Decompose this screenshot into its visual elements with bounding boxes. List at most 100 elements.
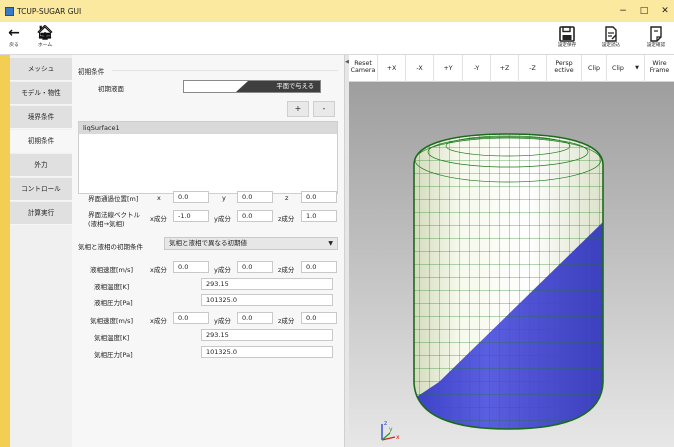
view-plus-x-button[interactable]: +X (378, 55, 406, 82)
initial-surface-label: 初期液面 (98, 85, 124, 93)
main-toolbar: ← 戻る 🏠︎ ホーム 設定保存 設定読込 設定確認 (0, 22, 674, 55)
chevron-down-icon: ▼ (328, 240, 333, 247)
close-button[interactable]: ✕ (658, 5, 672, 17)
home-button[interactable]: 🏠︎ ホーム (34, 24, 56, 54)
home-icon: 🏠︎ (36, 25, 54, 41)
sidebar-item-control[interactable]: コントロール (10, 178, 72, 201)
window-title: TCUP-SUGAR GUI (17, 7, 82, 16)
perspective-button[interactable]: Persp ective (547, 55, 582, 82)
liquid-velocity-y-field[interactable]: 0.0 (237, 261, 273, 273)
clip-button[interactable]: Clip (582, 55, 607, 82)
normal-z-field[interactable]: 1.0 (301, 210, 337, 222)
gas-pressure-field[interactable]: 101325.0 (201, 346, 333, 358)
view-minus-y-label: -Y (473, 65, 480, 72)
liquid-temperature-field[interactable]: 293.15 (201, 278, 333, 290)
gas-velocity-y-field[interactable]: 0.0 (237, 312, 273, 324)
toggle-selected-segment: 平面で与える (236, 81, 320, 92)
view-plus-x-label: +X (386, 65, 397, 72)
normal-y-field[interactable]: 0.0 (237, 210, 273, 222)
normal-z-label: z成分 (278, 215, 295, 223)
pass-point-z-field[interactable]: 0.0 (301, 191, 337, 203)
load-document-icon (605, 26, 617, 42)
save-settings-label: 設定保存 (557, 43, 577, 48)
pass-point-x-field[interactable]: 0.0 (173, 191, 209, 203)
surface-mode-toggle[interactable]: 平面で与える (183, 80, 321, 93)
view-minus-z-label: -Z (529, 65, 536, 72)
axis-y-label: y (389, 426, 393, 433)
phase-condition-select[interactable]: 気相と液相で異なる初期値 ▼ (164, 237, 338, 250)
gas-velocity-label: 気相速度[m/s] (90, 317, 133, 325)
sidebar-item-model-properties[interactable]: モデル・物性 (10, 82, 72, 105)
liquid-velocity-label: 液相速度[m/s] (90, 266, 133, 274)
sidebar-accent-strip (0, 55, 10, 447)
gas-temperature-field[interactable]: 293.15 (201, 329, 333, 341)
view-minus-x-label: -X (416, 65, 423, 72)
liquid-pressure-field[interactable]: 101325.0 (201, 294, 333, 306)
liquid-velocity-z-field[interactable]: 0.0 (301, 261, 337, 273)
normal-x-label: x成分 (150, 215, 167, 223)
load-settings-label: 設定読込 (601, 43, 621, 48)
add-surface-button[interactable]: + (287, 101, 309, 117)
sidebar-item-mesh[interactable]: メッシュ (10, 58, 72, 81)
section-divider (112, 70, 338, 71)
view-plus-y-button[interactable]: +Y (434, 55, 463, 82)
clip-dropdown-label: Clip (612, 65, 624, 72)
reset-camera-line2: Camera (350, 67, 376, 74)
viewport-toolbar: Reset Camera +X -X +Y -Y +Z -Z Persp ect… (349, 55, 674, 82)
gas-velocity-x-label: x成分 (150, 317, 167, 325)
wireframe-line2: Frame (649, 67, 670, 74)
view-plus-z-button[interactable]: +Z (491, 55, 519, 82)
gas-velocity-z-field[interactable]: 0.0 (301, 312, 337, 324)
surface-list[interactable]: liqSurface1 (78, 121, 338, 194)
sidebar-item-external-force[interactable]: 外力 (10, 154, 72, 177)
back-button[interactable]: ← 戻る (3, 24, 25, 54)
clip-dropdown-button[interactable]: Clip ▼ (607, 55, 645, 82)
back-label: 戻る (9, 43, 19, 48)
remove-surface-button[interactable]: - (313, 101, 335, 117)
sidebar-item-initial-conditions[interactable]: 初期条件 (10, 130, 72, 153)
load-settings-button[interactable]: 設定読込 (596, 24, 626, 54)
initial-conditions-panel: 初期条件 初期液面 平面で与える + - liqSurface1 界面通過位置[… (72, 55, 344, 447)
tank-model: z x y (381, 133, 604, 441)
view-minus-y-button[interactable]: -Y (463, 55, 491, 82)
toggle-option-label: 平面で与える (276, 83, 314, 90)
pass-point-z-label: z (285, 194, 289, 202)
reset-camera-button[interactable]: Reset Camera (349, 55, 378, 82)
save-settings-button[interactable]: 設定保存 (552, 24, 582, 54)
perspective-line1: Persp (555, 60, 573, 67)
normal-direction-label: (液相→気相) (88, 220, 125, 228)
gas-velocity-x-field[interactable]: 0.0 (173, 312, 209, 324)
liquid-pressure-label: 液相圧力[Pa] (94, 299, 133, 307)
view-plus-y-label: +Y (443, 65, 453, 72)
axis-triad: z x y (381, 420, 400, 441)
view-minus-z-button[interactable]: -Z (519, 55, 547, 82)
liquid-velocity-x-label: x成分 (150, 266, 167, 274)
gas-pressure-label: 気相圧力[Pa] (94, 351, 133, 359)
gas-velocity-y-label: y成分 (214, 317, 231, 325)
pass-point-label: 界面通過位置[m] (88, 195, 139, 203)
gas-temperature-label: 気相温度[K] (94, 334, 130, 342)
list-item[interactable]: liqSurface1 (79, 122, 337, 134)
app-logo-icon (5, 7, 14, 16)
axis-x-label: x (396, 434, 400, 441)
normal-x-field[interactable]: -1.0 (173, 210, 209, 222)
clip-chevron-down-icon: ▼ (635, 65, 639, 71)
normal-y-label: y成分 (214, 215, 231, 223)
wireframe-button[interactable]: Wire Frame (645, 55, 674, 82)
view-minus-x-button[interactable]: -X (406, 55, 434, 82)
minimize-button[interactable]: − (616, 5, 630, 17)
3d-viewport[interactable]: z x y (349, 82, 674, 447)
home-label: ホーム (37, 43, 53, 48)
surface-item-label: liqSurface1 (83, 124, 120, 132)
gas-velocity-z-label: z成分 (278, 317, 295, 325)
liquid-temperature-label: 液相温度[K] (94, 283, 130, 291)
view-plus-z-label: +Z (499, 65, 510, 72)
liquid-velocity-z-label: z成分 (278, 266, 295, 274)
sidebar-item-run-calculation[interactable]: 計算実行 (10, 202, 72, 225)
sidebar-item-boundary-conditions[interactable]: 境界条件 (10, 106, 72, 129)
liquid-velocity-x-field[interactable]: 0.0 (173, 261, 209, 273)
reset-camera-line1: Reset (354, 60, 372, 67)
confirm-settings-button[interactable]: 設定確認 (641, 24, 671, 54)
pass-point-y-field[interactable]: 0.0 (237, 191, 273, 203)
maximize-button[interactable]: □ (637, 5, 651, 17)
